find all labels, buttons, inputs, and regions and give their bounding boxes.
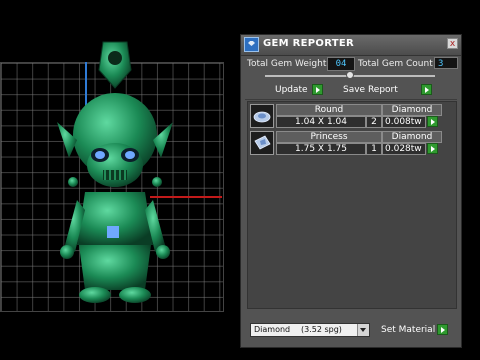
gem-reporter-icon	[244, 37, 259, 52]
pendant-model[interactable]	[55, 40, 175, 315]
total-gem-count-label: Total Gem Count	[358, 59, 433, 69]
panel-divider	[245, 99, 457, 100]
gem-weight: 0.028tw	[382, 143, 426, 155]
save-report-button[interactable]	[421, 84, 432, 95]
gem-size: 1.75 X 1.75	[276, 143, 366, 155]
gem-weight: 0.008tw	[382, 116, 426, 128]
close-icon[interactable]: x	[447, 38, 458, 49]
update-label: Update	[275, 85, 308, 95]
set-material-label: Set Material	[381, 325, 436, 335]
set-material-button[interactable]	[437, 324, 448, 335]
total-gem-weight-field[interactable]: 04	[327, 57, 355, 71]
total-gem-count-field[interactable]: 3	[434, 57, 458, 69]
update-button[interactable]	[312, 84, 323, 95]
gem-reporter-panel: GEM REPORTER x Total Gem Weight 04 Total…	[240, 34, 462, 348]
gem-row-princess-button[interactable]	[427, 143, 438, 154]
total-gem-weight-label: Total Gem Weight	[247, 59, 327, 69]
gem-list[interactable]: Round Diamond 1.04 X 1.04 2 0.008tw Prin…	[247, 101, 457, 309]
gem-material: Diamond	[382, 131, 442, 143]
gem-row-round[interactable]: Round Diamond 1.04 X 1.04 2 0.008tw	[250, 104, 446, 129]
gem-quantity: 2	[366, 116, 382, 128]
gem-row-round-button[interactable]	[427, 116, 438, 127]
save-report-label: Save Report	[343, 85, 398, 95]
gem-row-princess[interactable]: Princess Diamond 1.75 X 1.75 1 0.028tw	[250, 131, 446, 156]
gem-shape: Princess	[276, 131, 382, 143]
gem-shape: Round	[276, 104, 382, 116]
gem-quantity: 1	[366, 143, 382, 155]
panel-title: GEM REPORTER	[263, 38, 355, 49]
gem-size: 1.04 X 1.04	[276, 116, 366, 128]
panel-titlebar[interactable]: GEM REPORTER x	[241, 35, 461, 56]
material-select[interactable]: Diamond (3.52 spg)	[250, 323, 370, 337]
chevron-down-icon[interactable]	[357, 324, 369, 336]
panel-slider-thumb[interactable]	[346, 71, 354, 79]
gem-material: Diamond	[382, 104, 442, 116]
princess-gem-icon	[250, 131, 274, 155]
material-select-name: Diamond	[254, 325, 291, 334]
material-select-sg: (3.52 spg)	[301, 325, 342, 334]
round-gem-icon	[250, 104, 274, 128]
